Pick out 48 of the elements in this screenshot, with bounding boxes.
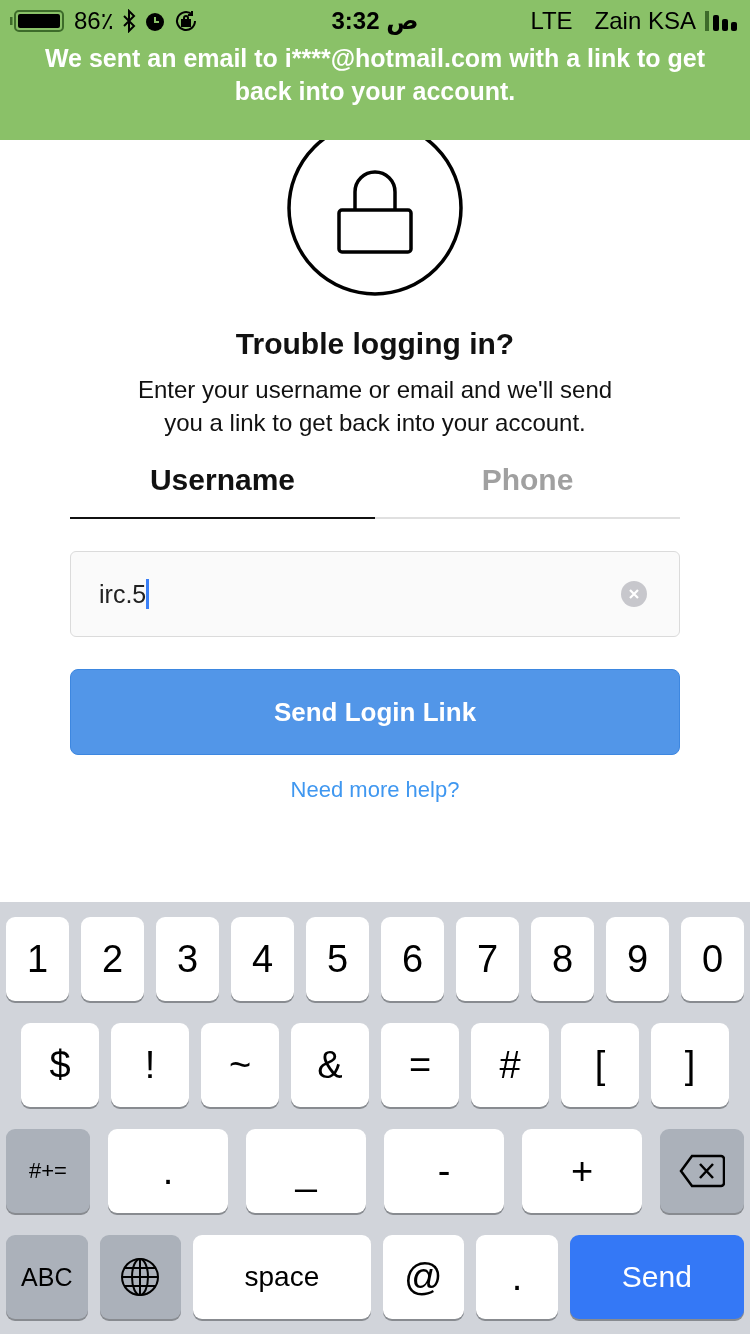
page-title: Trouble logging in? — [235, 327, 515, 361]
globe-icon — [120, 1257, 161, 1297]
keyboard-key[interactable]: . — [108, 1129, 228, 1213]
keyboard-key[interactable]: 8 — [531, 917, 594, 1001]
keyboard-key[interactable]: $ — [21, 1023, 99, 1107]
battery-percentage: 86٪ — [74, 7, 114, 35]
keyboard-key[interactable]: . — [476, 1235, 558, 1319]
keyboard-key[interactable]: 9 — [606, 917, 669, 1001]
rotation-lock-icon — [173, 9, 198, 33]
bluetooth-icon — [121, 9, 136, 33]
network-type: LTE — [530, 7, 573, 35]
keyboard-key[interactable]: - — [384, 1129, 504, 1213]
keyboard-key[interactable]: ! — [111, 1023, 189, 1107]
keyboard-key[interactable]: = — [381, 1023, 459, 1107]
lock-icon — [285, 140, 465, 297]
backspace-icon — [679, 1154, 725, 1188]
keyboard-key[interactable]: 3 — [156, 917, 219, 1001]
alarm-clock-icon — [143, 10, 166, 32]
keyboard-key[interactable]: 0 — [681, 917, 744, 1001]
keyboard-key[interactable]: + — [522, 1129, 642, 1213]
keyboard-key[interactable]: 1 — [6, 917, 69, 1001]
banner-message: We sent an email to i****@hotmail.com with a link to get back into your account. — [43, 43, 707, 107]
keyboard-key[interactable]: #+= — [6, 1129, 90, 1213]
text-cursor — [146, 579, 150, 609]
keyboard-key[interactable]: space — [193, 1235, 371, 1319]
tab[interactable]: Username — [70, 451, 375, 519]
battery-icon — [10, 9, 66, 33]
keyboard-key[interactable]: 7 — [456, 917, 519, 1001]
keyboard-key[interactable]: @ — [382, 1235, 465, 1319]
keyboard-key[interactable]: ABC — [6, 1235, 88, 1319]
delete-key[interactable] — [660, 1129, 744, 1213]
keyboard-key[interactable]: 6 — [381, 917, 444, 1001]
status-time: ص 3:32 — [331, 7, 419, 35]
carrier-name: Zain KSA — [594, 7, 696, 35]
keyboard-key[interactable]: & — [291, 1023, 369, 1107]
globe-key[interactable] — [99, 1235, 182, 1319]
keyboard-key[interactable]: _ — [246, 1129, 366, 1213]
username-field[interactable]: irc.5 — [70, 551, 680, 637]
keyboard-key[interactable]: # — [471, 1023, 549, 1107]
keyboard-key[interactable]: ~ — [201, 1023, 279, 1107]
keyboard-key[interactable]: 5 — [306, 917, 369, 1001]
instructions-text: Enter your username or email and we'll send you a link to get back into your account. — [136, 375, 614, 438]
keyboard-key[interactable]: [ — [561, 1023, 639, 1107]
keyboard-key[interactable]: 4 — [231, 917, 294, 1001]
keyboard-key[interactable]: 2 — [81, 917, 144, 1001]
signal-icon — [704, 10, 740, 32]
keyboard-key[interactable]: ] — [651, 1023, 729, 1107]
send-key[interactable]: Send — [569, 1235, 744, 1319]
